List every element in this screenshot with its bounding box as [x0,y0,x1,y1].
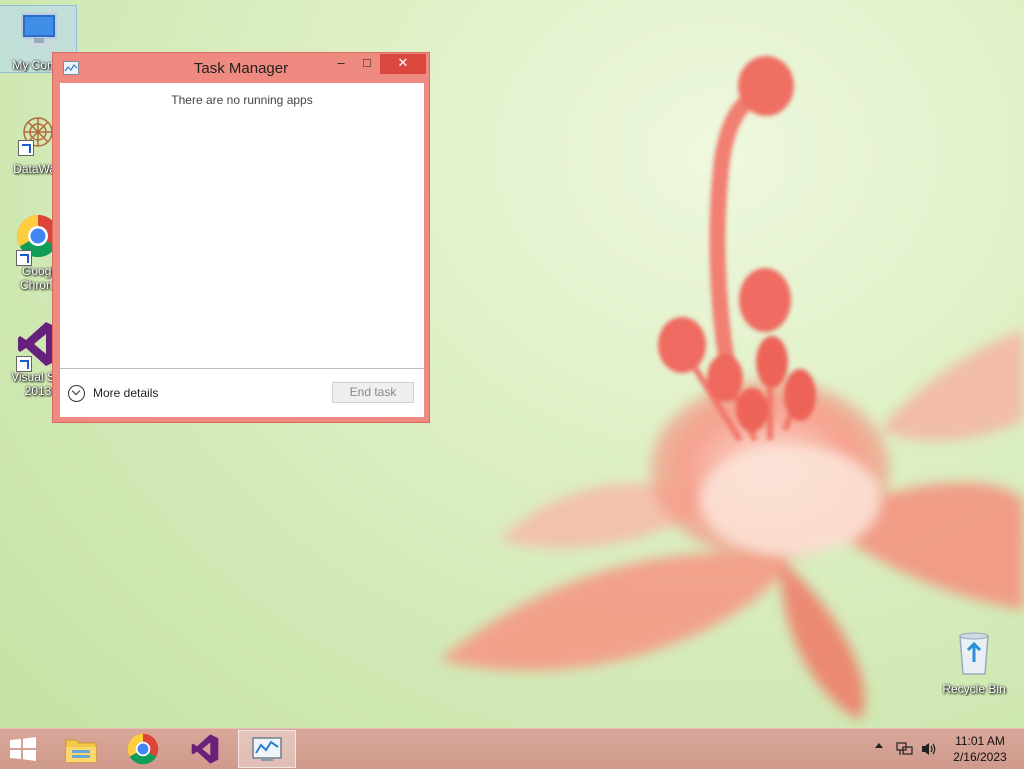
end-task-button[interactable]: End task [332,382,414,403]
chevron-down-icon [68,384,85,402]
taskbar-file-explorer[interactable] [52,730,110,768]
clock-date: 2/16/2023 [953,750,1007,764]
desktop-icon-label: Recycle Bin [942,682,1006,696]
network-icon[interactable] [896,741,914,757]
shortcut-arrow-icon [18,140,34,156]
more-details-label: More details [93,386,159,400]
close-button[interactable]: ✕ [380,54,426,74]
taskbar-visual-studio[interactable] [176,730,234,768]
window-footer: More details End task [60,368,424,418]
visual-studio-icon [191,734,219,764]
task-manager-content: There are no running apps More details E… [60,83,424,417]
title-bar[interactable]: Task Manager – □ ✕ [53,53,429,83]
more-details-button[interactable]: More details [68,383,158,403]
maximize-button[interactable]: □ [354,54,380,74]
shortcut-arrow-icon [16,250,32,266]
clock[interactable]: 11:01 AM 2/16/2023 [944,733,1016,765]
start-button[interactable] [8,737,38,761]
taskbar: 11:01 AM 2/16/2023 [0,728,1024,769]
task-manager-icon [252,737,282,761]
computer-icon [14,10,62,58]
no-apps-message: There are no running apps [171,93,313,107]
chrome-icon [127,733,159,765]
taskbar-chrome[interactable] [114,730,172,768]
clock-time: 11:01 AM [955,734,1005,748]
volume-icon[interactable] [920,741,938,757]
windows-logo-icon [10,737,36,761]
minimize-button[interactable]: – [328,54,354,74]
shortcut-arrow-icon [16,356,32,372]
taskbar-task-manager[interactable] [238,730,296,768]
desktop-icon-recycle-bin[interactable]: Recycle Bin [936,628,1012,700]
task-manager-window[interactable]: Task Manager – □ ✕ There are no running … [52,52,430,423]
folder-icon [65,739,97,763]
recycle-bin-icon [954,628,994,676]
show-hidden-icons-button[interactable] [875,743,883,748]
